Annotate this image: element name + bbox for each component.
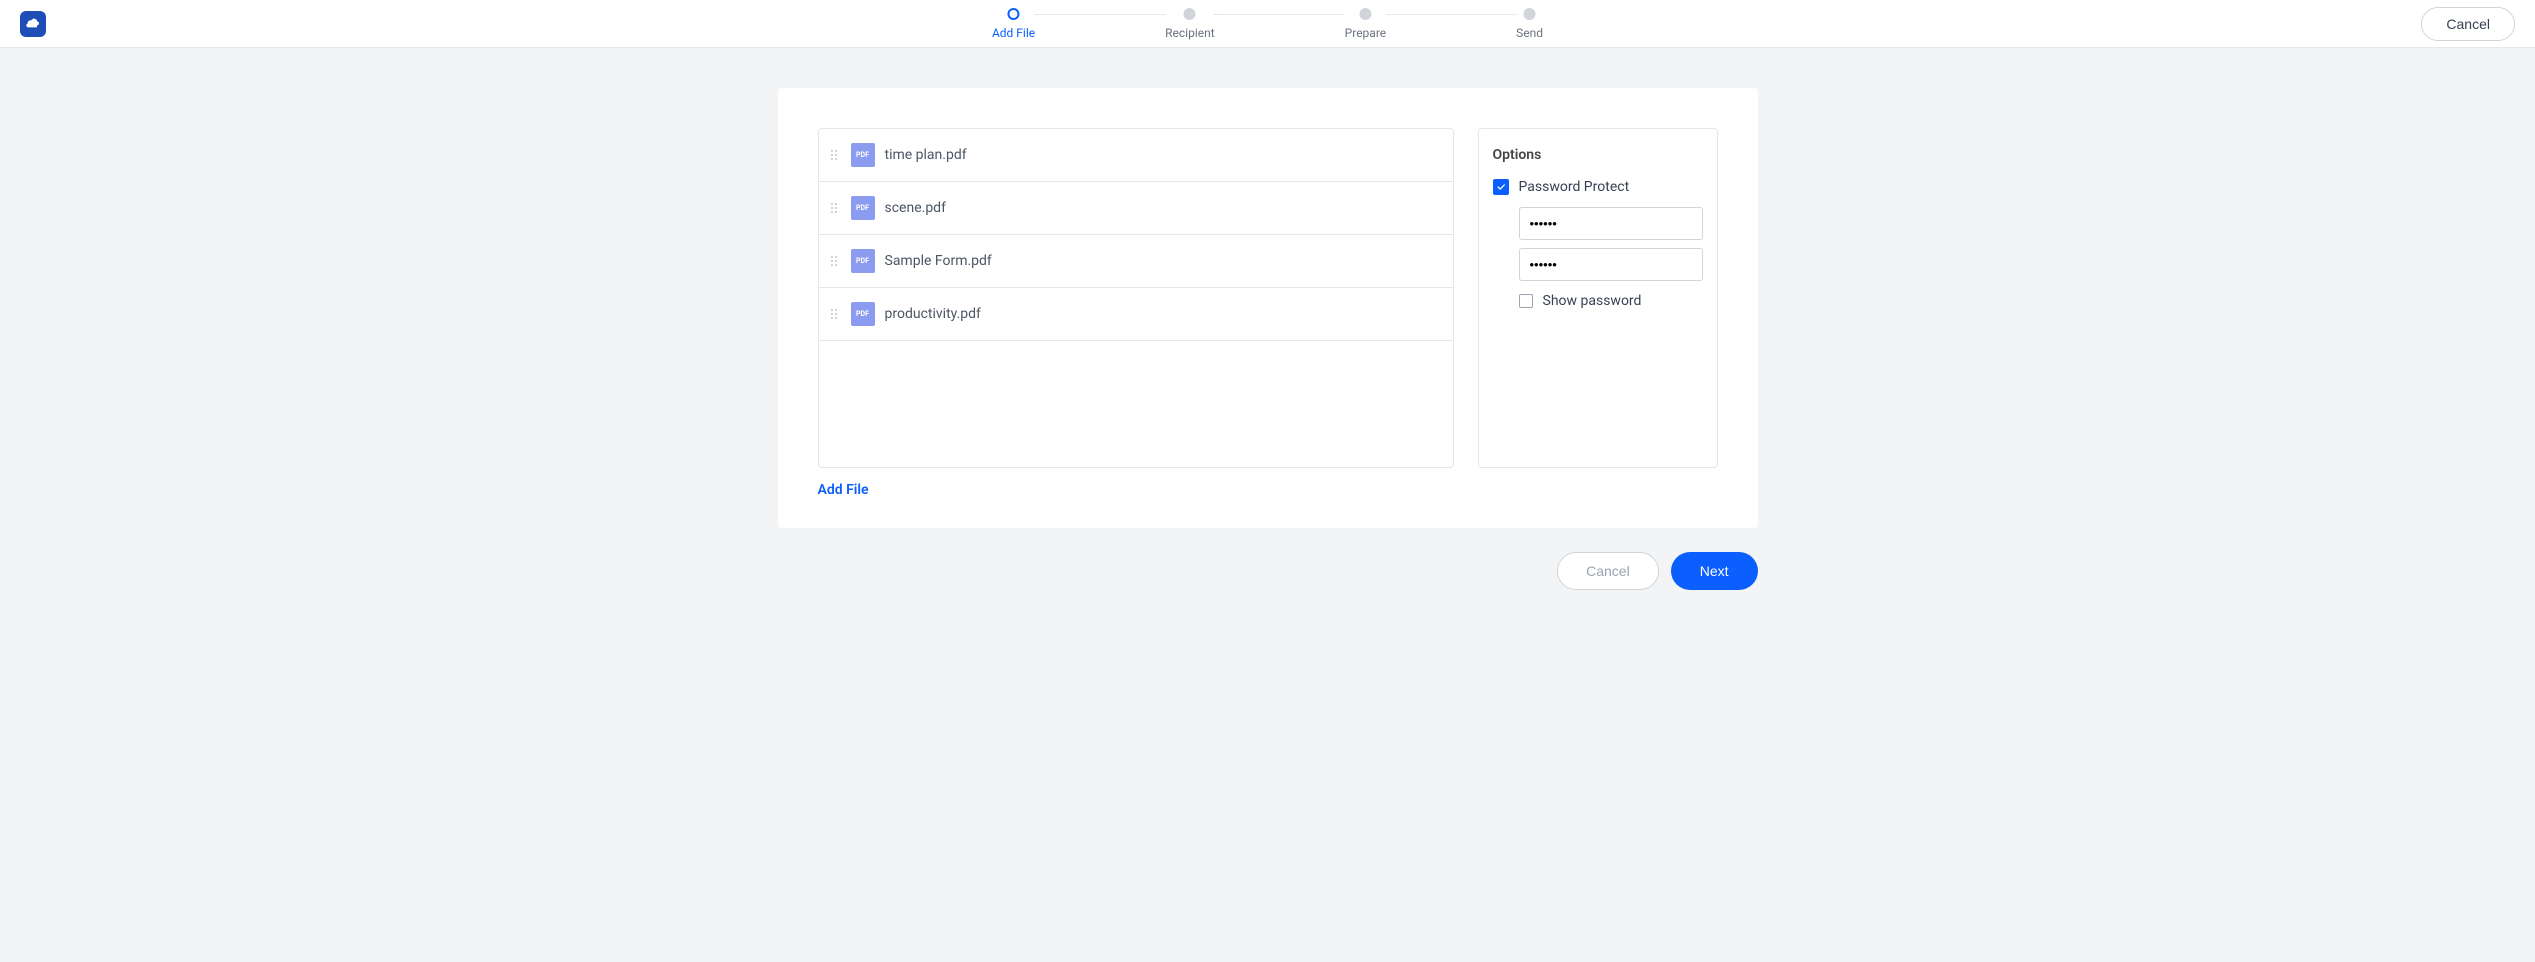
show-password-option[interactable]: Show password — [1493, 293, 1703, 309]
pdf-icon: PDF — [851, 196, 875, 220]
step-label: Send — [1516, 26, 1543, 40]
options-panel: Options Password Protect Show password — [1478, 128, 1718, 468]
drag-handle-icon[interactable] — [831, 150, 841, 160]
add-file-button[interactable]: Add File — [818, 482, 1454, 498]
password-protect-checkbox[interactable] — [1493, 179, 1509, 195]
file-row[interactable]: PDF productivity.pdf — [819, 288, 1453, 341]
pdf-icon: PDF — [851, 143, 875, 167]
drag-handle-icon[interactable] — [831, 256, 841, 266]
file-row[interactable]: PDF Sample Form.pdf — [819, 235, 1453, 288]
password-inputs — [1493, 207, 1703, 281]
progress-stepper: Add File Recipient Prepare Send — [992, 8, 1543, 40]
password-protect-option[interactable]: Password Protect — [1493, 179, 1703, 195]
file-row[interactable]: PDF scene.pdf — [819, 182, 1453, 235]
pdf-icon: PDF — [851, 302, 875, 326]
step-dot-icon — [1359, 8, 1371, 20]
step-connector — [1035, 14, 1165, 15]
file-list: PDF time plan.pdf PDF scene.pdf PDF Samp… — [818, 128, 1454, 468]
step-send: Send — [1516, 8, 1543, 40]
file-name: productivity.pdf — [885, 306, 981, 322]
step-connector — [1386, 14, 1516, 15]
password-confirm-field[interactable] — [1519, 248, 1703, 281]
show-password-checkbox[interactable] — [1519, 294, 1533, 308]
password-field[interactable] — [1519, 207, 1703, 240]
files-column: PDF time plan.pdf PDF scene.pdf PDF Samp… — [818, 128, 1454, 498]
show-password-label: Show password — [1543, 293, 1642, 309]
app-header: Add File Recipient Prepare Send Cancel — [0, 0, 2535, 48]
step-label: Add File — [992, 26, 1035, 40]
step-recipient: Recipient — [1165, 8, 1215, 40]
footer-actions: Cancel Next — [778, 552, 1758, 590]
cancel-button[interactable]: Cancel — [1557, 552, 1659, 590]
content-card: PDF time plan.pdf PDF scene.pdf PDF Samp… — [778, 88, 1758, 528]
next-button[interactable]: Next — [1671, 552, 1758, 590]
file-name: time plan.pdf — [885, 147, 967, 163]
main-content: PDF time plan.pdf PDF scene.pdf PDF Samp… — [0, 48, 2535, 630]
step-label: Prepare — [1345, 26, 1386, 40]
app-logo-icon — [20, 11, 46, 37]
step-dot-icon — [1184, 8, 1196, 20]
step-prepare: Prepare — [1345, 8, 1386, 40]
step-dot-icon — [1524, 8, 1536, 20]
drag-handle-icon[interactable] — [831, 309, 841, 319]
drag-handle-icon[interactable] — [831, 203, 841, 213]
file-name: scene.pdf — [885, 200, 946, 216]
step-connector — [1215, 14, 1345, 15]
step-dot-icon — [1008, 8, 1020, 20]
step-label: Recipient — [1165, 26, 1215, 40]
password-protect-label: Password Protect — [1519, 179, 1630, 195]
file-row[interactable]: PDF time plan.pdf — [819, 129, 1453, 182]
header-cancel-button[interactable]: Cancel — [2421, 7, 2515, 41]
file-name: Sample Form.pdf — [885, 253, 992, 269]
pdf-icon: PDF — [851, 249, 875, 273]
step-add-file: Add File — [992, 8, 1035, 40]
options-title: Options — [1493, 147, 1703, 163]
